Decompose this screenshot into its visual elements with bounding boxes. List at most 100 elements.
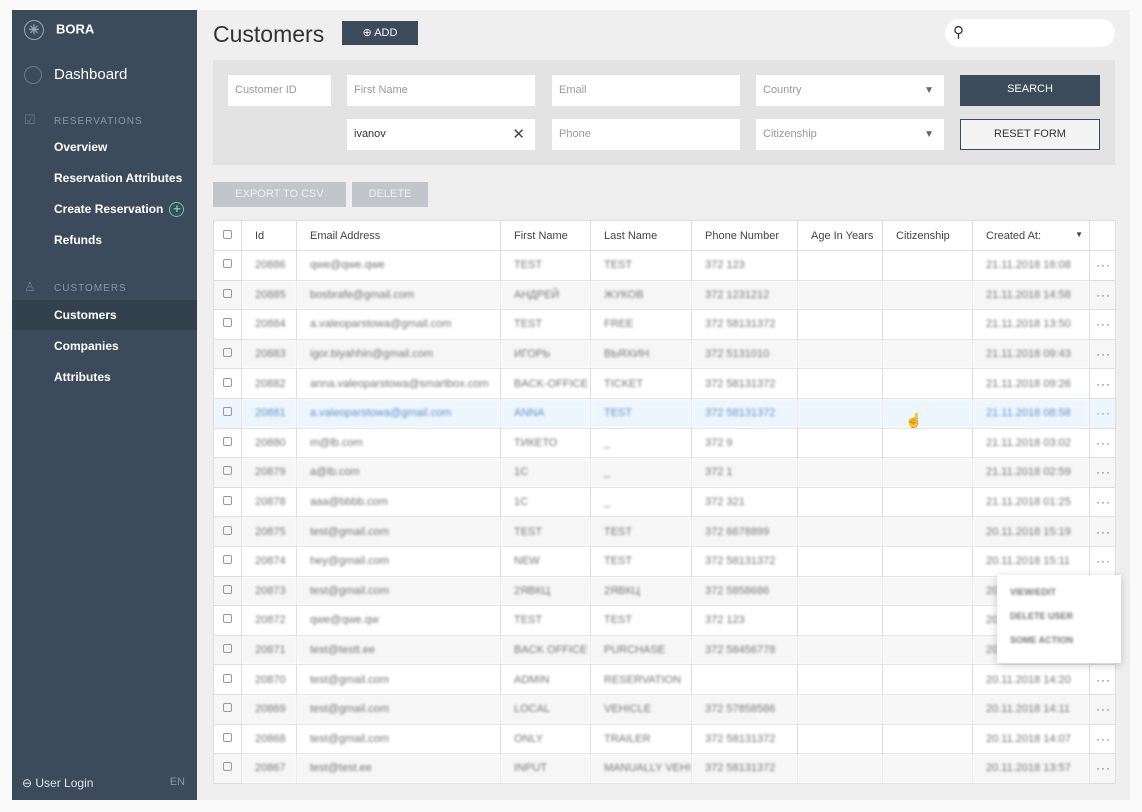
sidebar-item-refunds[interactable]: Refunds [12, 225, 197, 255]
country-select[interactable]: Country ▼ [756, 75, 944, 106]
row-checkbox[interactable] [213, 753, 242, 784]
menu-item-delete-user[interactable]: DELETE USER [1010, 611, 1108, 635]
more-actions-icon[interactable]: ··· [1089, 516, 1116, 547]
table-row[interactable]: 20883 igor.biyahhin@gmail.com ИГОРЬ ВЬЯХИН 3… [213, 338, 1116, 370]
row-checkbox[interactable] [213, 545, 242, 577]
table-row[interactable]: 20871 test@testt.ee BACK OFFICE PURCHASE 372… [213, 634, 1116, 666]
table-row[interactable]: 20874 hey@gmail.com NEW TEST 372 58131372 20.… [213, 545, 1116, 577]
sidebar-item-reservation-attributes[interactable]: Reservation Attributes [12, 163, 197, 193]
more-actions-icon[interactable]: ··· [1089, 457, 1116, 488]
more-actions-icon[interactable]: ··· [1089, 397, 1116, 429]
delete-button[interactable]: DELETE [352, 182, 428, 207]
search-input[interactable]: ⚲ [945, 19, 1115, 47]
table-row[interactable]: 20884 a.valeoparstowa@gmail.com TEST FREE 37… [213, 309, 1116, 340]
table-row[interactable]: 20881 a.valeoparstowa@gmail.com ANNA TEST 37… [213, 397, 1116, 429]
plus-circle-icon[interactable]: + [169, 202, 185, 218]
more-actions-icon[interactable]: ··· [1089, 427, 1116, 459]
sidebar-item-overview[interactable]: Overview [12, 132, 197, 162]
column-age[interactable]: Age In Years [797, 220, 883, 251]
cell-first-name: ANNA [500, 397, 591, 429]
hand-cursor-icon: ☝ [905, 412, 923, 428]
sidebar-item-companies[interactable]: Companies [12, 331, 197, 361]
more-actions-icon[interactable]: ··· [1089, 309, 1116, 340]
menu-item-some-action[interactable]: SOME ACTION [1010, 635, 1108, 659]
row-checkbox[interactable] [213, 664, 242, 695]
reset-form-button[interactable]: RESET FORM [960, 119, 1100, 150]
sidebar-item-create-reservation[interactable]: Create Reservation + [12, 194, 197, 224]
table-row[interactable]: 20878 aaa@bbbb.com 1C _ 372 321 21.11.2018 01… [213, 486, 1116, 518]
table-row[interactable]: 20873 test@gmail.com 2ЯВКЦ 2ЯВКЦ 372 5858686… [213, 575, 1116, 607]
email-field[interactable]: Email [552, 75, 740, 106]
sidebar-item-customers[interactable]: Customers [12, 300, 197, 330]
cell-phone [691, 664, 798, 695]
more-actions-icon[interactable]: ··· [1089, 723, 1116, 755]
row-checkbox[interactable] [213, 516, 242, 547]
column-email[interactable]: Email Address [296, 220, 501, 251]
table-row[interactable]: 20886 qwe@qwe.qwe TEST TEST 372 123 21.11.201… [213, 250, 1116, 281]
cell-first-name: BACK OFFICE [500, 634, 591, 666]
last-name-field[interactable]: ivanov ✕ [347, 119, 535, 150]
cell-email: qwe@qwe.qwe [296, 250, 501, 281]
table-row[interactable]: 20870 test@gmail.com ADMIN RESERVATION 20.11… [213, 664, 1116, 695]
clear-icon[interactable]: ✕ [512, 119, 525, 150]
more-actions-icon[interactable]: ··· [1089, 545, 1116, 577]
more-actions-icon[interactable]: ··· [1089, 250, 1116, 281]
row-checkbox[interactable] [213, 457, 242, 488]
table-row[interactable]: 20875 test@gmail.com TEST TEST 372 6678899 20… [213, 516, 1116, 547]
table-row[interactable]: 20869 test@gmail.com LOCAL VEHICLE 372 57858… [213, 693, 1116, 725]
row-checkbox[interactable] [213, 486, 242, 518]
export-csv-button[interactable]: EXPORT TO CSV [213, 182, 346, 207]
row-checkbox[interactable] [213, 693, 242, 725]
row-checkbox[interactable] [213, 575, 242, 607]
cell-phone: 372 1 [691, 457, 798, 488]
table-row[interactable]: 20882 anna.valeoparstowa@smartbox.com BACK… [213, 368, 1116, 399]
table-row[interactable]: 20868 test@gmail.com ONLY TRAILER 372 581313… [213, 723, 1116, 755]
more-actions-icon[interactable]: ··· [1089, 664, 1116, 695]
user-login-link[interactable]: User Login [35, 776, 93, 790]
citizenship-select[interactable]: Citizenship ▼ [756, 119, 944, 150]
sidebar-item-dashboard[interactable]: Dashboard [24, 66, 127, 85]
table-row[interactable]: 20879 a@lb.com 1C _ 372 1 21.11.2018 02:59 ··· [213, 457, 1116, 488]
more-actions-icon[interactable]: ··· [1089, 486, 1116, 518]
sidebar-item-attributes[interactable]: Attributes [12, 362, 197, 392]
phone-field[interactable]: Phone [552, 119, 740, 150]
more-actions-icon[interactable]: ··· [1089, 279, 1116, 311]
more-actions-icon[interactable]: ··· [1089, 368, 1116, 399]
brand-logo[interactable]: ✳ BORA [24, 20, 94, 40]
row-checkbox[interactable] [213, 279, 242, 311]
table-row[interactable]: 20885 bosbrafe@gmail.com АНДРЕЙ ЖУКОВ 372 12… [213, 279, 1116, 311]
customer-id-field[interactable]: Customer ID [228, 75, 331, 106]
table-row[interactable]: 20867test@test.eeINPUTMANUALLY VEHICLE37… [213, 753, 1116, 784]
select-all-checkbox[interactable] [213, 220, 242, 251]
search-button[interactable]: SEARCH [960, 75, 1100, 106]
cell-age [797, 723, 883, 755]
row-checkbox[interactable] [213, 368, 242, 399]
more-actions-icon[interactable]: ··· [1089, 753, 1116, 784]
more-actions-icon[interactable]: ··· [1089, 693, 1116, 725]
add-button[interactable]: ⊕ ADD [342, 21, 418, 45]
row-checkbox[interactable] [213, 723, 242, 755]
first-name-field[interactable]: First Name [347, 75, 535, 106]
row-checkbox[interactable] [213, 338, 242, 370]
row-checkbox[interactable] [213, 634, 242, 666]
row-checkbox[interactable] [213, 605, 242, 636]
more-actions-icon[interactable]: ··· [1089, 338, 1116, 370]
column-phone[interactable]: Phone Number [691, 220, 798, 251]
menu-item-view-edit[interactable]: VIEW/EDIT [1010, 587, 1108, 611]
row-checkbox[interactable] [213, 250, 242, 281]
language-switch[interactable]: EN [170, 776, 185, 788]
cell-id: 20882 [241, 368, 297, 399]
table-row[interactable]: 20872qwe@qwe.qwTESTTEST372 12320.11.2018… [213, 605, 1116, 636]
column-created-at[interactable]: Created At: ▼ [972, 220, 1090, 251]
column-id[interactable]: Id [241, 220, 297, 251]
row-checkbox[interactable] [213, 427, 242, 459]
column-first-name[interactable]: First Name [500, 220, 591, 251]
column-citizenship[interactable]: Citizenship [882, 220, 973, 251]
table-row[interactable]: 20880 m@lb.com ТИКЕТО _ 372 9 21.11.2018 03:0… [213, 427, 1116, 459]
row-checkbox[interactable] [213, 309, 242, 340]
cell-email: test@gmail.com [296, 664, 501, 695]
column-last-name[interactable]: Last Name [590, 220, 692, 251]
cell-first-name: ONLY [500, 723, 591, 755]
row-checkbox[interactable] [213, 397, 242, 429]
sort-desc-icon[interactable]: ▼ [1075, 230, 1083, 239]
